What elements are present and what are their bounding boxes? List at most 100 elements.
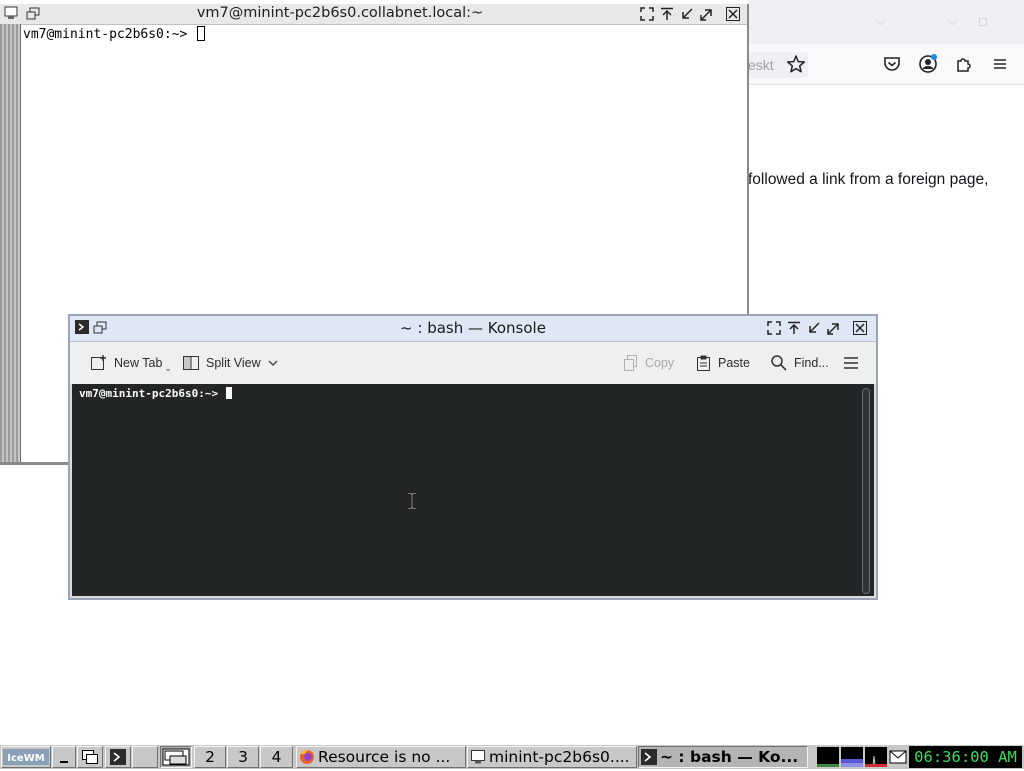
task-xterm-label: minint-pc2b6s0.... (489, 748, 630, 766)
xterm-title: vm7@minint-pc2b6s0.collabnet.local:~ (196, 5, 484, 21)
account-icon[interactable] (917, 53, 939, 75)
fullscreen-button[interactable] (639, 6, 655, 22)
page-body-text: followed a link from a foreign page, (748, 171, 989, 188)
rollup-button[interactable] (659, 6, 675, 22)
pocket-icon[interactable] (881, 53, 903, 75)
chevron-down-icon (268, 360, 278, 366)
copy-label: Copy (645, 356, 675, 370)
task-firefox[interactable]: Resource is no ... (296, 746, 466, 768)
copy-button[interactable]: Copy (623, 352, 674, 374)
network-graph-icon (865, 755, 887, 767)
network-monitor-graph[interactable] (865, 747, 887, 767)
desktop-3-button[interactable]: 3 (227, 746, 259, 768)
konsole-title: ~ : bash — Konsole (400, 319, 546, 337)
close-icon (726, 7, 740, 21)
rollup-button[interactable] (786, 320, 802, 336)
mail-icon (889, 750, 907, 764)
hamburger-menu-icon (844, 357, 858, 369)
maximize-icon (700, 9, 712, 21)
firefox-tab-strip: ⌵ ⌵ ◻ (748, 0, 1024, 44)
close-button[interactable] (852, 320, 868, 336)
desktop-2-label: 2 (205, 748, 215, 766)
split-view-button[interactable]: Split View (182, 352, 279, 374)
desktop-4-label: 4 (271, 748, 282, 766)
konsole-scrollbar[interactable] (858, 384, 874, 596)
quick-launch-empty[interactable] (132, 746, 158, 768)
cpu-graph-icon (817, 764, 839, 767)
desktop-preview-icon (162, 748, 190, 766)
clock[interactable]: 06:36:00 AM (909, 746, 1022, 768)
maximize-button[interactable] (699, 6, 715, 22)
konsole-prompt: vm7@minint-pc2b6s0:~> (79, 387, 225, 400)
find-label: Find... (794, 356, 829, 370)
paste-label: Paste (718, 356, 750, 370)
new-tab-dropdown-icon[interactable]: ⌄ (164, 363, 172, 374)
desktop-4-button[interactable]: 4 (260, 746, 293, 768)
close-icon (853, 321, 867, 335)
desktop-1-button[interactable] (160, 746, 192, 768)
memory-graph-icon (841, 759, 863, 767)
new-tab-icon (91, 355, 106, 370)
konsole-terminal[interactable]: vm7@minint-pc2b6s0:~> (72, 384, 858, 596)
find-button[interactable]: Find... (770, 352, 829, 374)
taskbar: IceWM 2 3 4 Resource is no ... minint-pc… (0, 744, 1024, 769)
desktop-2-button[interactable]: 2 (194, 746, 226, 768)
mail-status[interactable] (889, 749, 907, 765)
minimize-icon[interactable]: ⌵ (948, 14, 957, 29)
paste-icon (697, 355, 710, 371)
new-tab-label: New Tab (114, 356, 163, 370)
search-icon (771, 355, 787, 371)
icewm-logo-icon: IceWM (3, 749, 49, 765)
task-konsole[interactable]: ~ : bash — Ko... (638, 746, 808, 768)
window-list-icon (82, 750, 98, 764)
copy-icon (624, 355, 637, 371)
close-button[interactable] (725, 6, 741, 22)
split-view-icon (183, 356, 199, 370)
paste-button[interactable]: Paste (696, 352, 750, 374)
new-tab-button[interactable]: New Tab ⌄ (90, 352, 172, 374)
minimize-icon (809, 322, 820, 333)
konsole-icon (641, 749, 657, 765)
minimize-icon (682, 8, 693, 19)
minimize-all-icon (60, 761, 68, 763)
task-firefox-label: Resource is no ... (318, 748, 451, 766)
window-list-button[interactable] (77, 746, 103, 768)
terminal-icon (110, 749, 126, 765)
bookmark-star-icon[interactable] (785, 53, 807, 75)
maximize-button[interactable] (826, 320, 842, 336)
hamburger-menu-button[interactable] (842, 352, 860, 374)
tab-overflow-icon[interactable]: ⌵ (876, 14, 885, 29)
menu-icon[interactable] (989, 53, 1011, 75)
task-konsole-label: ~ : bash — Ko... (660, 748, 799, 766)
konsole-toolbar: New Tab ⌄ Split View Copy Paste Find... (70, 342, 876, 385)
show-desktop-button[interactable] (52, 746, 76, 768)
rollup-icon (661, 7, 673, 20)
minimize-button[interactable] (679, 6, 695, 22)
fullscreen-icon (640, 7, 654, 21)
memory-monitor-graph[interactable] (841, 747, 863, 767)
task-xterm[interactable]: minint-pc2b6s0.... (467, 746, 637, 768)
firefox-icon (300, 749, 314, 764)
xterm-scrollbar[interactable] (0, 24, 21, 462)
fullscreen-button[interactable] (766, 320, 782, 336)
xterm-prompt: vm7@minint-pc2b6s0:~> (23, 27, 196, 42)
extensions-icon[interactable] (953, 53, 975, 75)
xterm-terminal-text[interactable]: vm7@minint-pc2b6s0:~> (23, 26, 206, 42)
start-menu-button[interactable]: IceWM (1, 746, 51, 768)
terminal-launcher-button[interactable] (105, 746, 131, 768)
desktop-3-label: 3 (238, 748, 248, 766)
restore-icon[interactable]: ◻ (978, 14, 988, 28)
cpu-monitor-graph[interactable] (817, 747, 839, 767)
xterm-titlebar[interactable]: vm7@minint-pc2b6s0.collabnet.local:~ (0, 4, 747, 25)
konsole-terminal-text: vm7@minint-pc2b6s0:~> (79, 387, 232, 400)
ibeam-cursor-icon (408, 492, 416, 510)
konsole-window[interactable]: ~ : bash — Konsole New Tab ⌄ Split View … (68, 314, 878, 600)
rollup-icon (788, 321, 800, 334)
minimize-button[interactable] (806, 320, 822, 336)
konsole-titlebar[interactable]: ~ : bash — Konsole (70, 316, 876, 342)
fullscreen-icon (767, 321, 781, 335)
konsole-cursor (225, 387, 232, 399)
split-view-label: Split View (206, 356, 261, 370)
konsole-scrollbar-thumb[interactable] (862, 388, 870, 594)
xterm-cursor (197, 26, 206, 41)
